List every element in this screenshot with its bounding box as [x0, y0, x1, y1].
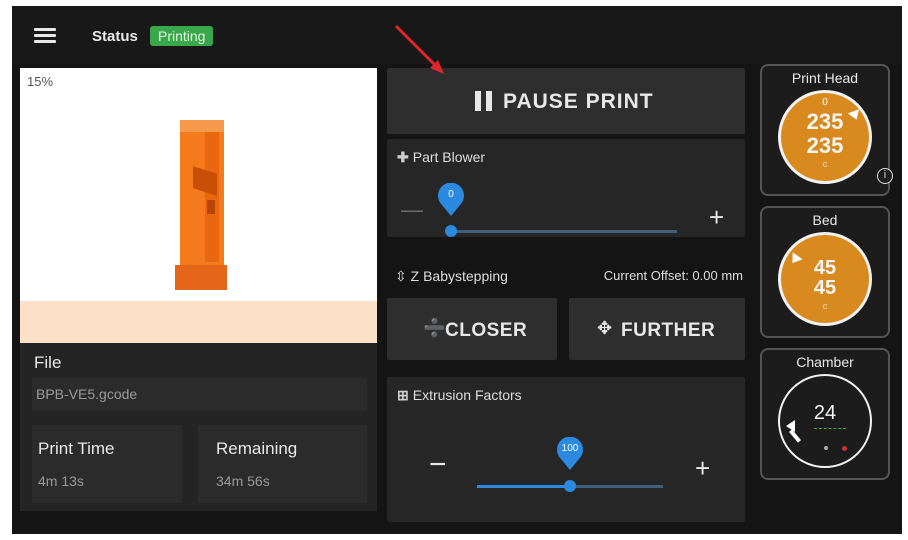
remaining-label: Remaining — [216, 439, 298, 458]
bed-target: 45 — [813, 277, 837, 299]
print-time-box: Print Time 4m 13s — [32, 425, 182, 503]
extrusion-increase-button[interactable]: + — [695, 455, 710, 481]
print-time-label: Print Time — [38, 439, 115, 458]
extrusion-slider-fill — [477, 485, 569, 488]
print-preview: 15% — [20, 68, 377, 343]
babystep-closer-button[interactable]: ➗ CLOSER — [387, 298, 557, 360]
printed-model-preview — [175, 120, 227, 290]
bed-card[interactable]: Bed 45 45 c — [760, 206, 890, 338]
remaining-box: Remaining 34m 56s — [198, 425, 367, 503]
hamburger-icon[interactable] — [34, 28, 56, 44]
extrusion-factors-panel: ⊞ Extrusion Factors − 100 + — [387, 377, 745, 522]
info-icon[interactable]: i — [877, 168, 893, 184]
extrusion-slider-handle[interactable] — [564, 480, 576, 492]
part-blower-panel: ✚ Part Blower — 0 + — [387, 139, 745, 237]
pause-print-label: PAUSE PRINT — [503, 90, 654, 113]
file-name: BPB-VE5.gcode — [36, 386, 138, 402]
bed-unit: c — [822, 301, 828, 311]
blower-value-bubble: 0 — [437, 183, 465, 217]
extrusion-value-bubble: 100 — [556, 437, 584, 471]
extrusion-grid-icon: ⊞ — [397, 387, 409, 403]
file-row: BPB-VE5.gcode — [32, 378, 367, 410]
further-icon: ✥ — [597, 318, 613, 338]
chamber-red-dot — [842, 446, 847, 451]
file-label: File — [34, 353, 62, 372]
chamber-card[interactable]: Chamber 24 — [760, 348, 890, 480]
printer-screen: Status Printing 15% File BPB-VE5.gcode P… — [12, 6, 902, 534]
blower-decrease-button[interactable]: — — [401, 197, 423, 223]
babystepping-header: ⇳ Z Babystepping Current Offset: 0.00 mm — [387, 262, 745, 290]
print-head-card[interactable]: Print Head 0 235 235 c i — [760, 64, 893, 196]
top-bar: Status Printing — [12, 6, 902, 64]
print-time-value: 4m 13s — [38, 473, 84, 489]
closer-label: CLOSER — [445, 320, 528, 341]
blower-increase-button[interactable]: + — [709, 204, 724, 230]
bed-title: Bed — [812, 212, 838, 228]
bed-plate-preview — [20, 301, 377, 343]
status-label: Status — [92, 28, 138, 45]
blower-slider-handle[interactable] — [445, 225, 457, 237]
print-head-title: Print Head — [791, 70, 859, 86]
babystepping-title: ⇳ Z Babystepping — [395, 268, 508, 284]
progress-percent: 15% — [27, 74, 54, 89]
extrusion-decrease-button[interactable]: − — [429, 450, 447, 480]
extrusion-title: ⊞ Extrusion Factors — [397, 387, 522, 403]
print-head-unit: c — [822, 159, 828, 169]
print-head-small-value: 0 — [822, 97, 828, 108]
blower-slider-track[interactable] — [449, 230, 677, 233]
blower-value: 0 — [448, 189, 454, 200]
babystep-offset: Current Offset: 0.00 mm — [603, 268, 743, 283]
further-label: FURTHER — [621, 320, 716, 341]
fan-icon: ✚ — [397, 149, 409, 165]
annotation-arrow-icon — [394, 24, 444, 74]
job-info-card: File BPB-VE5.gcode Print Time 4m 13s Rem… — [20, 343, 377, 511]
chamber-gauge[interactable]: 24 — [778, 374, 872, 468]
remaining-value: 34m 56s — [216, 473, 270, 489]
pause-icon — [475, 91, 493, 111]
closer-icon: ➗ — [423, 318, 446, 338]
chamber-divider — [814, 428, 846, 429]
chamber-center-dot — [824, 446, 828, 450]
babystep-further-button[interactable]: ✥ FURTHER — [569, 298, 745, 360]
print-head-gauge[interactable]: 0 235 235 c — [778, 90, 872, 184]
status-badge: Printing — [150, 26, 214, 46]
chamber-arc-segment — [788, 429, 802, 443]
extrusion-value: 100 — [561, 443, 579, 454]
z-axis-icon: ⇳ — [395, 268, 411, 284]
print-head-target: 235 — [806, 133, 844, 158]
chamber-title: Chamber — [796, 354, 854, 370]
part-blower-title: ✚ Part Blower — [397, 149, 486, 165]
bed-gauge[interactable]: 45 45 c — [778, 232, 872, 326]
